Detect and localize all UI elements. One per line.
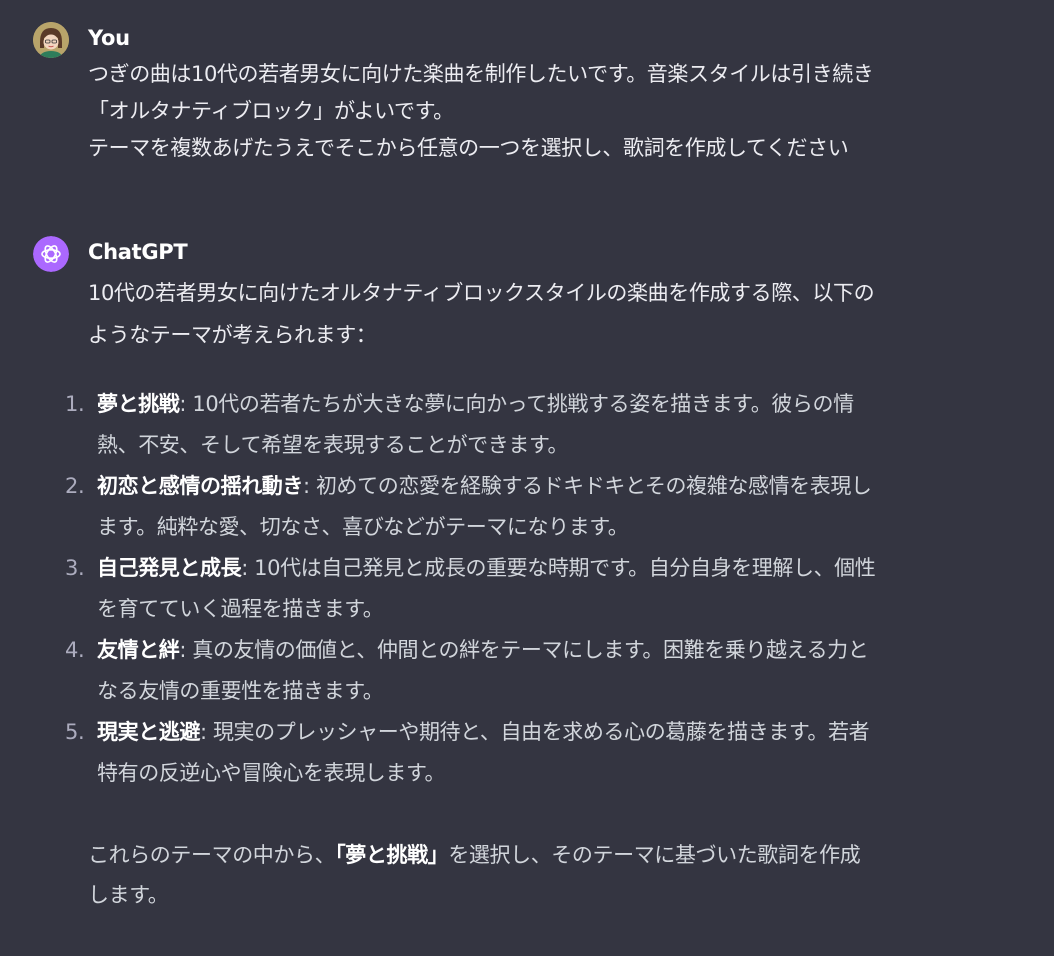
- theme-description-cont: 熱、不安、そして希望を表現することができます。: [97, 433, 569, 457]
- theme-list-item: 5. 現実と逃避: 現実のプレッシャーや期待と、自由を求める心の葛藤を描きます。…: [60, 712, 1010, 794]
- assistant-closing: これらのテーマの中から、「夢と挑戦」を選択し、そのテーマに基づいた歌詞を作成 し…: [88, 835, 1008, 915]
- assistant-intro: 10代の若者男女に向けたオルタナティブロックスタイルの楽曲を作成する際、以下の …: [88, 272, 1008, 356]
- assistant-author-name: ChatGPT: [88, 240, 188, 264]
- user-author-name: You: [88, 26, 130, 50]
- theme-title: 自己発見と成長: [97, 556, 242, 580]
- user-message-text: つぎの曲は10代の若者男女に向けた楽曲を制作したいです。音楽スタイルは引き続き …: [88, 56, 1008, 167]
- theme-title: 初恋と感情の揺れ動き: [97, 474, 303, 498]
- theme-description-cont: ます。純粋な愛、切なさ、喜びなどがテーマになります。: [97, 515, 629, 539]
- assistant-intro-line: 10代の若者男女に向けたオルタナティブロックスタイルの楽曲を作成する際、以下の: [88, 281, 875, 305]
- assistant-avatar: [33, 236, 69, 272]
- theme-description: : 真の友情の価値と、仲間との絆をテーマにします。困難を乗り越える力と: [179, 638, 869, 662]
- theme-list-item: 1. 夢と挑戦: 10代の若者たちが大きな夢に向かって挑戦する姿を描きます。彼ら…: [60, 384, 1010, 466]
- theme-title: 夢と挑戦: [97, 392, 180, 416]
- assistant-intro-line: ようなテーマが考えられます：: [88, 323, 377, 347]
- list-number: 3.: [65, 556, 85, 580]
- theme-list: 1. 夢と挑戦: 10代の若者たちが大きな夢に向かって挑戦する姿を描きます。彼ら…: [60, 384, 1010, 794]
- list-number: 5.: [65, 720, 85, 744]
- theme-list-item: 2. 初恋と感情の揺れ動き: 初めての恋愛を経験するドキドキとその複雑な感情を表…: [60, 466, 1010, 548]
- theme-description: : 現実のプレッシャーや期待と、自由を求める心の葛藤を描きます。若者: [200, 720, 870, 744]
- user-message-line: テーマを複数あげたうえでそこから任意の一つを選択し、歌詞を作成してください: [88, 136, 849, 160]
- closing-text: を選択し、そのテーマに基づいた歌詞を作成: [448, 843, 861, 867]
- user-avatar-image: [33, 22, 69, 58]
- chat-page: { "colors": { "background": "#343541", "…: [0, 0, 1054, 956]
- theme-description: : 初めての恋愛を経験するドキドキとその複雑な感情を表現し: [303, 474, 872, 498]
- theme-list-item: 4. 友情と絆: 真の友情の価値と、仲間との絆をテーマにします。困難を乗り越える…: [60, 630, 1010, 712]
- theme-description: : 10代は自己発見と成長の重要な時期です。自分自身を理解し、個性: [241, 556, 876, 580]
- user-message-line: 「オルタナティブロック」がよいです。: [88, 99, 454, 123]
- closing-text: これらのテーマの中から、: [88, 843, 336, 867]
- theme-title: 現実と逃避: [97, 720, 200, 744]
- theme-list-item: 3. 自己発見と成長: 10代は自己発見と成長の重要な時期です。自分自身を理解し…: [60, 548, 1010, 630]
- closing-highlight: 「夢と挑戦」: [335, 843, 449, 867]
- user-message-line: つぎの曲は10代の若者男女に向けた楽曲を制作したいです。音楽スタイルは引き続き: [88, 62, 874, 86]
- theme-description: : 10代の若者たちが大きな夢に向かって挑戦する姿を描きます。彼らの情: [179, 392, 854, 416]
- openai-logo-icon: [33, 236, 69, 272]
- theme-description-cont: 特有の反逆心や冒険心を表現します。: [97, 761, 446, 785]
- list-number: 2.: [65, 474, 85, 498]
- list-number: 4.: [65, 638, 85, 662]
- list-number: 1.: [65, 392, 85, 416]
- theme-title: 友情と絆: [97, 638, 180, 662]
- theme-description-cont: なる友情の重要性を描きます。: [97, 679, 384, 703]
- user-avatar: [33, 22, 69, 58]
- closing-text-cont: します。: [88, 883, 169, 907]
- theme-description-cont: を育てていく過程を描きます。: [97, 597, 384, 621]
